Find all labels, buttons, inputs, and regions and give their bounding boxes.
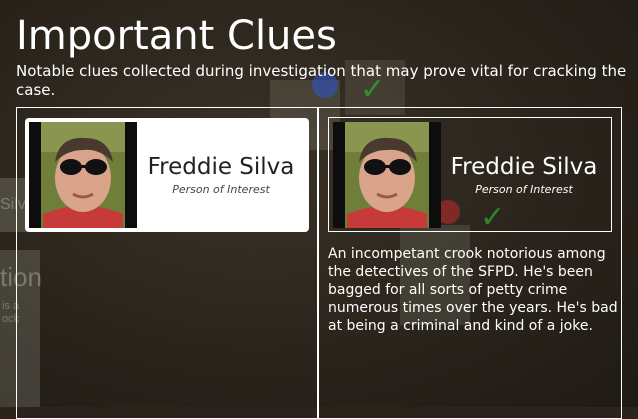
clue-name: Freddie Silva [450, 153, 598, 180]
clue-card-text: Freddie Silva Person of Interest [441, 153, 611, 197]
clue-role: Person of Interest [172, 183, 270, 196]
person-portrait-icon [333, 121, 441, 228]
page-subtitle: Notable clues collected during investiga… [16, 62, 627, 99]
clue-panel: Freddie Silva Person of Interest [16, 107, 318, 419]
clue-panel: Freddie Silva Person of Interest An inco… [318, 107, 622, 419]
clue-description: An incompetant crook notorious among the… [328, 246, 618, 334]
clue-card[interactable]: Freddie Silva Person of Interest [328, 117, 612, 232]
person-portrait-icon [29, 122, 137, 228]
clue-name: Freddie Silva [147, 154, 295, 180]
page-title: Important Clues [16, 13, 337, 59]
clue-card[interactable]: Freddie Silva Person of Interest [25, 118, 309, 232]
clue-role: Person of Interest [475, 182, 573, 196]
clue-card-text: Freddie Silva Person of Interest [137, 153, 309, 197]
